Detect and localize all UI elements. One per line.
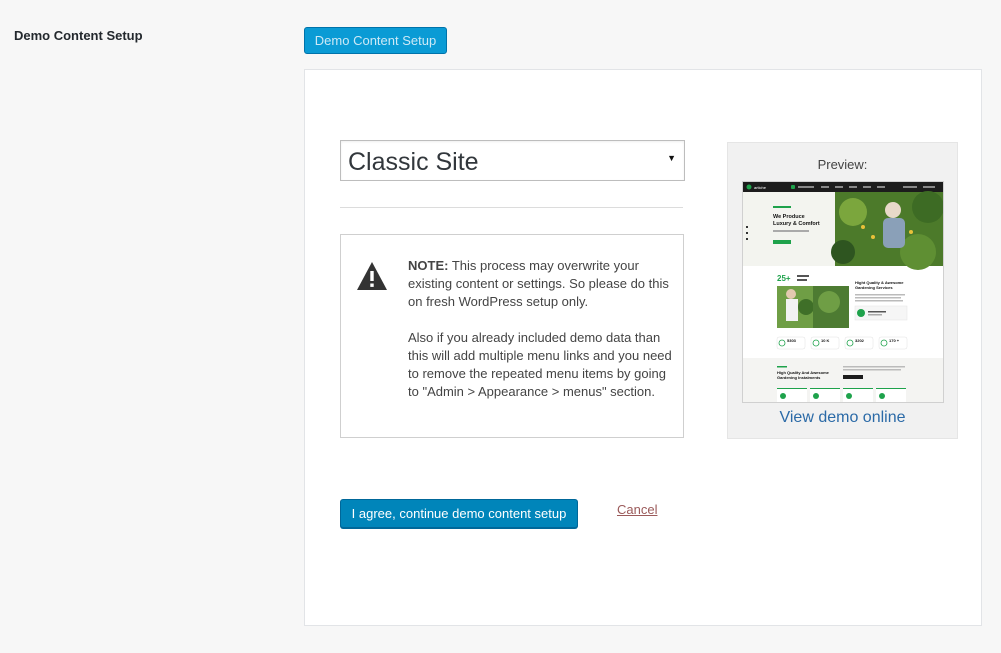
note-paragraph: Also if you already included demo data t… — [408, 330, 672, 399]
preview-title: Preview: — [817, 157, 868, 172]
note-box: NOTE: This process may overwrite your ex… — [340, 234, 684, 438]
preview-thumbnail-image: artiche We Produce Luxury & Comfort 25+ … — [743, 182, 943, 402]
svg-text:We Produce: We Produce — [773, 214, 805, 220]
note-text: NOTE: This process may overwrite your ex… — [408, 257, 673, 401]
view-demo-online-link[interactable]: View demo online — [728, 409, 957, 427]
row-label: Demo Content Setup — [14, 28, 143, 43]
cancel-link[interactable]: Cancel — [617, 502, 657, 517]
agree-continue-button[interactable]: I agree, continue demo content setup — [340, 499, 578, 528]
svg-text:10 K: 10 K — [821, 338, 830, 343]
preview-box: Preview: artiche We Produce Luxury & Com… — [727, 142, 958, 439]
preview-thumbnail[interactable]: artiche We Produce Luxury & Comfort 25+ … — [742, 181, 944, 403]
demo-content-setup-button[interactable]: Demo Content Setup — [304, 27, 447, 54]
thumb-logo: artiche — [754, 185, 767, 190]
chevron-down-icon: ▼ — [667, 153, 676, 163]
svg-text:Gardening Instalments: Gardening Instalments — [777, 375, 821, 380]
divider — [340, 207, 683, 208]
svg-text:Luxury & Comfort: Luxury & Comfort — [773, 221, 820, 227]
thumb-stat: 25+ — [777, 274, 791, 283]
svg-text:170 +: 170 + — [889, 338, 900, 343]
demo-setup-panel: Classic Site ▼ NOTE: This process may ov… — [304, 69, 982, 626]
note-label: NOTE: — [408, 258, 449, 273]
warning-icon — [357, 262, 387, 290]
svg-text:Gardening Services: Gardening Services — [855, 285, 893, 290]
demo-select-value: Classic Site — [348, 148, 479, 176]
note-line: This process may overwrite your existing… — [408, 258, 669, 309]
demo-select[interactable]: Classic Site ▼ — [340, 140, 685, 181]
svg-text:3202: 3202 — [855, 338, 865, 343]
svg-text:5303: 5303 — [787, 338, 797, 343]
